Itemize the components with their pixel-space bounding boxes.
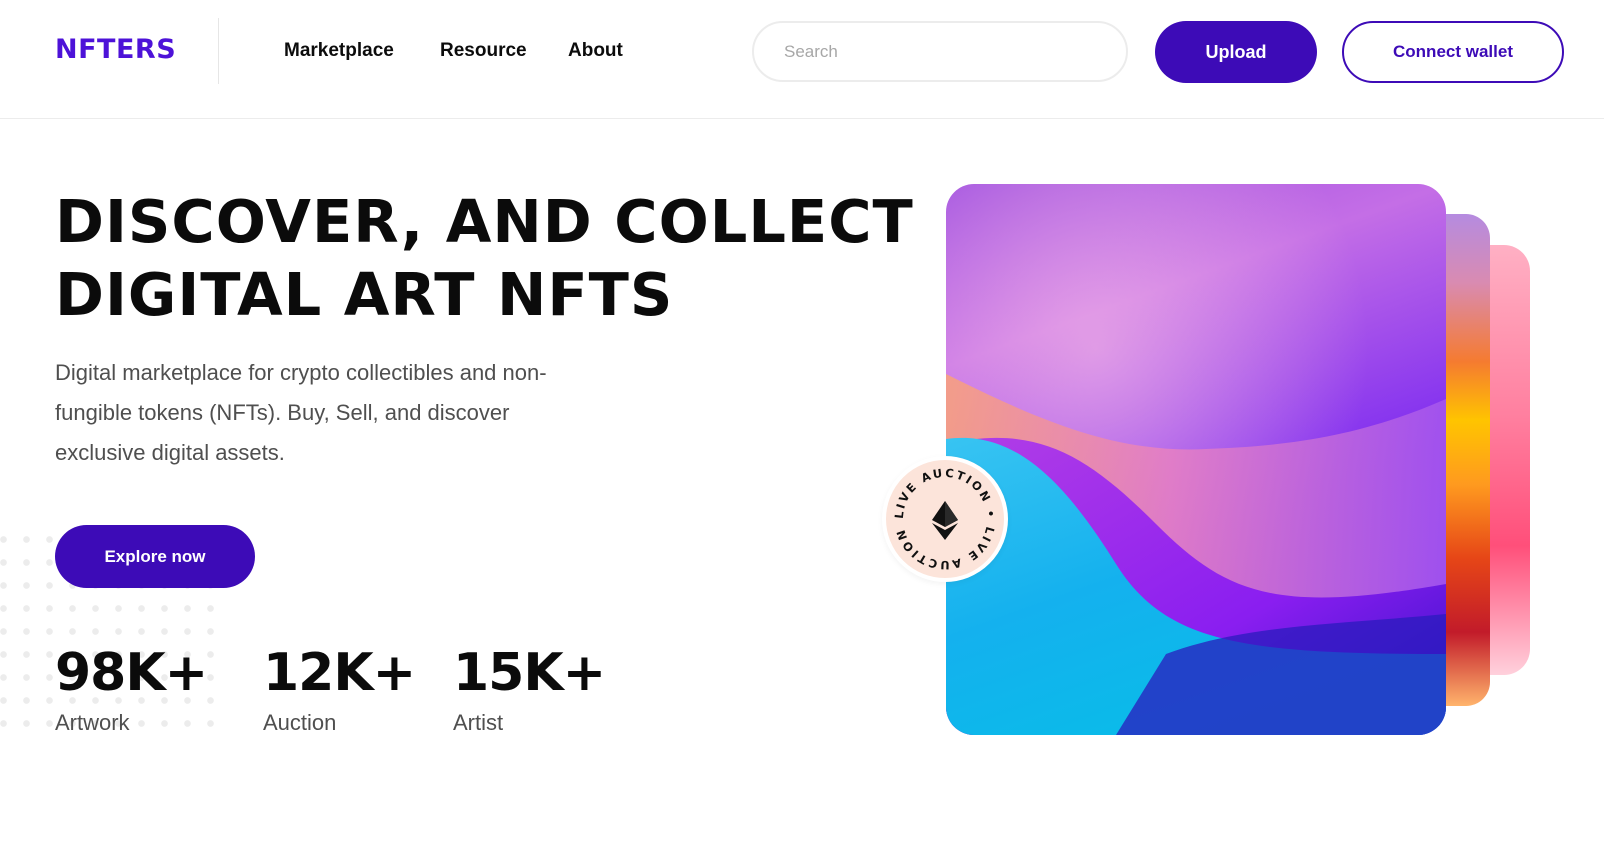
stat-auction: 12K+ Auction: [263, 642, 416, 736]
stat-value: 12K+: [263, 643, 416, 703]
stat-value: 15K+: [453, 643, 606, 703]
search-input[interactable]: [782, 40, 1086, 63]
top-navigation-bar: NFTERS Marketplace Resource About Upload…: [0, 0, 1604, 119]
connect-wallet-button[interactable]: Connect wallet: [1342, 21, 1564, 83]
stat-artwork: 98K+ Artwork: [55, 642, 208, 736]
hero-title-line-1: DISCOVER, AND COLLECT: [55, 187, 914, 256]
nft-artwork-waves: [946, 374, 1446, 735]
brand-logo[interactable]: NFTERS: [55, 34, 176, 65]
stat-label: Auction: [263, 710, 337, 735]
live-auction-badge[interactable]: LIVE AUCTION • LIVE AUCTION •: [882, 456, 1008, 582]
hero-title-line-2: DIGITAL ART NFTS: [55, 260, 674, 329]
hero-subtitle: Digital marketplace for crypto collectib…: [55, 360, 547, 465]
explore-now-button[interactable]: Explore now: [55, 525, 255, 588]
stat-artist: 15K+ Artist: [453, 642, 606, 736]
nav-resource-link[interactable]: Resource: [440, 40, 527, 62]
header-divider: [218, 18, 219, 84]
nav-about-link[interactable]: About: [568, 40, 623, 62]
stat-label: Artist: [453, 710, 504, 735]
live-auction-ring: LIVE AUCTION • LIVE AUCTION •: [882, 456, 996, 572]
stat-value: 98K+: [55, 643, 208, 703]
nft-card-featured[interactable]: [946, 184, 1446, 735]
hero-title: DISCOVER, AND COLLECT DIGITAL ART NFTS: [55, 185, 914, 331]
search-box[interactable]: [752, 21, 1128, 82]
upload-button[interactable]: Upload: [1155, 21, 1317, 83]
ethereum-icon: [932, 501, 958, 540]
nav-marketplace-link[interactable]: Marketplace: [284, 40, 394, 62]
stat-label: Artwork: [55, 710, 130, 735]
